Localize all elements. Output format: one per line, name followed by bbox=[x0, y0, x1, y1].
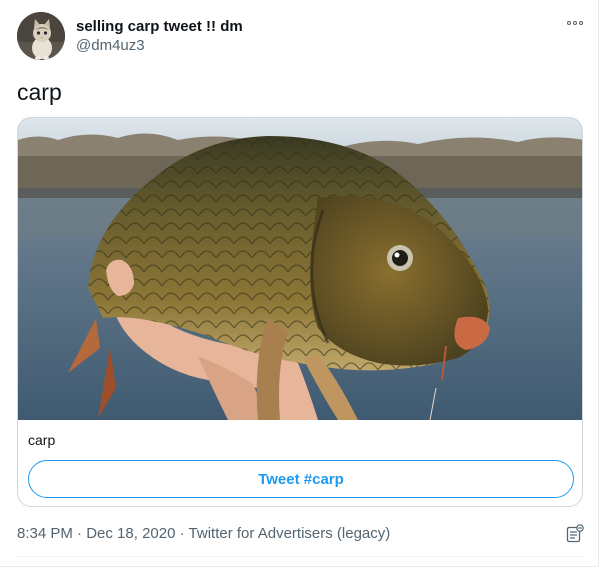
carp-fish-photo bbox=[18, 118, 582, 420]
more-options-icon-dot bbox=[573, 21, 577, 25]
more-options-icon-dot bbox=[579, 21, 583, 25]
card-caption: carp bbox=[28, 432, 56, 448]
website-card[interactable]: carp Tweet #carp bbox=[17, 117, 583, 507]
tweet-time[interactable]: 8:34 PM bbox=[17, 525, 73, 542]
tweet-hashtag-button[interactable]: Tweet #carp bbox=[28, 460, 574, 498]
analytics-icon[interactable] bbox=[566, 524, 584, 544]
more-options-icon bbox=[567, 21, 571, 25]
card-image[interactable] bbox=[18, 118, 582, 420]
author-handle[interactable]: @dm4uz3 bbox=[76, 37, 145, 54]
more-options-button[interactable] bbox=[564, 14, 586, 32]
author-display-name[interactable]: selling carp tweet !! dm bbox=[76, 18, 243, 35]
cat-avatar-icon bbox=[17, 12, 65, 60]
tweet-date[interactable]: Dec 18, 2020 bbox=[86, 525, 175, 542]
tweet-source[interactable]: Twitter for Advertisers (legacy) bbox=[189, 525, 391, 542]
meta-separator-2: · bbox=[179, 525, 185, 542]
meta-separator: · bbox=[77, 525, 83, 542]
avatar[interactable] bbox=[17, 12, 65, 60]
tweet-metadata: 8:34 PM · Dec 18, 2020 · Twitter for Adv… bbox=[17, 525, 390, 542]
divider bbox=[17, 556, 583, 557]
tweet-text: carp bbox=[17, 79, 62, 105]
